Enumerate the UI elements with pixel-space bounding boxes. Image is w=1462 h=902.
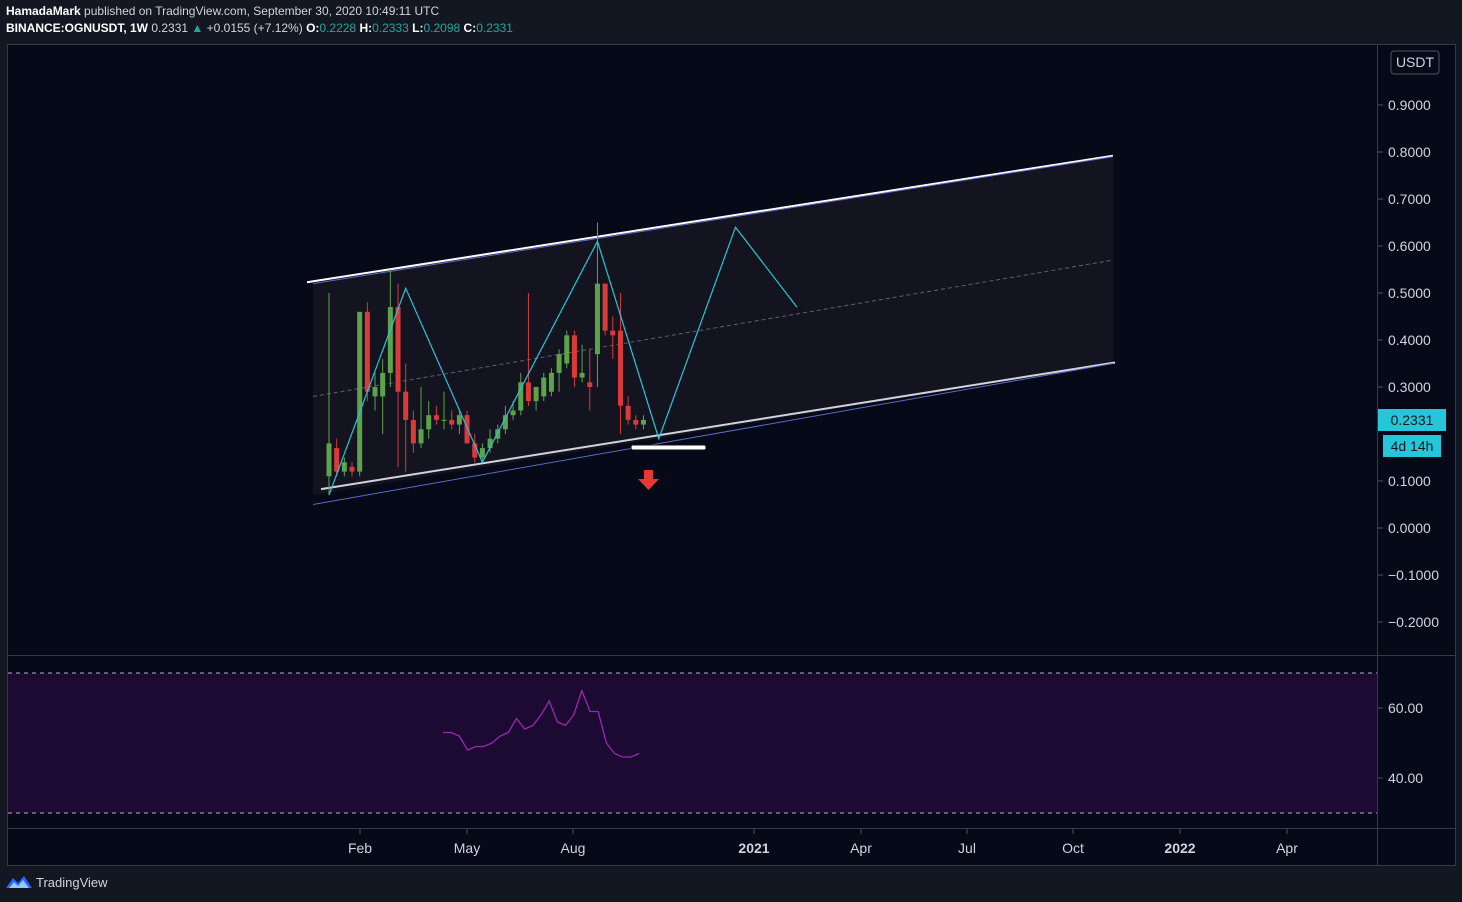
tradingview-logo-icon [6,876,32,888]
candle-body [610,330,616,336]
rsi-tick-label: 60.00 [1388,700,1423,716]
support-marker[interactable] [630,444,707,451]
countdown-text: 4d 14h [1391,438,1434,454]
candle-body [403,391,409,420]
candle-body [625,405,631,420]
candle-body [571,335,577,378]
rsi-band [8,673,1377,813]
candle-body [525,382,531,402]
candle-body [510,410,516,416]
rsi-axis[interactable] [1378,656,1455,828]
candle-body [518,382,524,411]
last-price-badge-text: 0.2331 [1391,412,1434,428]
candle-body [387,307,393,373]
time-tick-label: May [454,840,480,856]
price-tick-label: 0.5000 [1388,285,1431,301]
candle-body [479,448,485,458]
candle-body [433,415,439,420]
candle-body [380,372,386,397]
chart-canvas[interactable]: 0.9000 0.8000 0.7000 0.6000 0.5000 0.4000 0.30… [0,0,1462,902]
candle-body [326,443,332,477]
price-tick-label: 0.0000 [1388,520,1431,536]
price-tick-label: 0.3000 [1388,379,1431,395]
candle-body [418,429,424,444]
time-tick-label: 2022 [1164,840,1195,856]
footer: TradingView [6,874,108,890]
candle-body [395,307,401,392]
candle-body [441,419,447,421]
countdown-badge: 4d 14h [1383,435,1441,457]
candle-body [587,382,593,387]
candle-body [464,415,470,444]
candle-body [456,415,462,425]
currency-text: USDT [1396,54,1435,70]
rsi-tick-label: 40.00 [1388,770,1423,786]
candle-body [617,330,623,406]
candle-body [564,335,570,364]
time-tick-label: Oct [1062,840,1084,856]
candle-body [548,372,554,392]
candle-body [602,283,608,331]
currency-label[interactable]: USDT [1390,50,1440,75]
time-tick-label: Apr [1276,840,1298,856]
candle-body [349,466,355,472]
time-tick-label: Feb [348,840,372,856]
rsi-indicator [8,672,1377,814]
candle-body [364,311,370,392]
time-tick-label: Apr [850,840,872,856]
candle-body [426,415,432,430]
time-tick-label: Jul [958,840,976,856]
last-price-badge: 0.2331 [1378,409,1446,431]
candle-body [372,387,378,397]
candle-body [579,372,585,378]
candle-body [341,462,347,472]
price-tick-label: 0.9000 [1388,97,1431,113]
price-axis[interactable] [1378,45,1455,655]
candle-body [556,354,562,373]
time-tick-label: Aug [561,840,586,856]
time-axis[interactable] [8,829,1455,865]
price-tick-label: 0.6000 [1388,238,1431,254]
candle-body [633,419,639,425]
candle-body [640,419,646,425]
price-tick-label: −0.2000 [1388,614,1439,630]
brand-name[interactable]: TradingView [36,875,108,890]
candle-body [594,283,600,355]
price-tick-label: −0.1000 [1388,567,1439,583]
candle-body [357,311,363,472]
support-bar [630,444,707,451]
time-tick-label: 2021 [738,840,769,856]
candle-body [410,419,416,444]
candle-body [533,387,539,402]
price-tick-label: 0.8000 [1388,144,1431,160]
candle-body [541,377,547,397]
price-tick-label: 0.7000 [1388,191,1431,207]
candle-body [449,419,455,425]
price-tick-label: 0.4000 [1388,332,1431,348]
price-tick-label: 0.1000 [1388,473,1431,489]
